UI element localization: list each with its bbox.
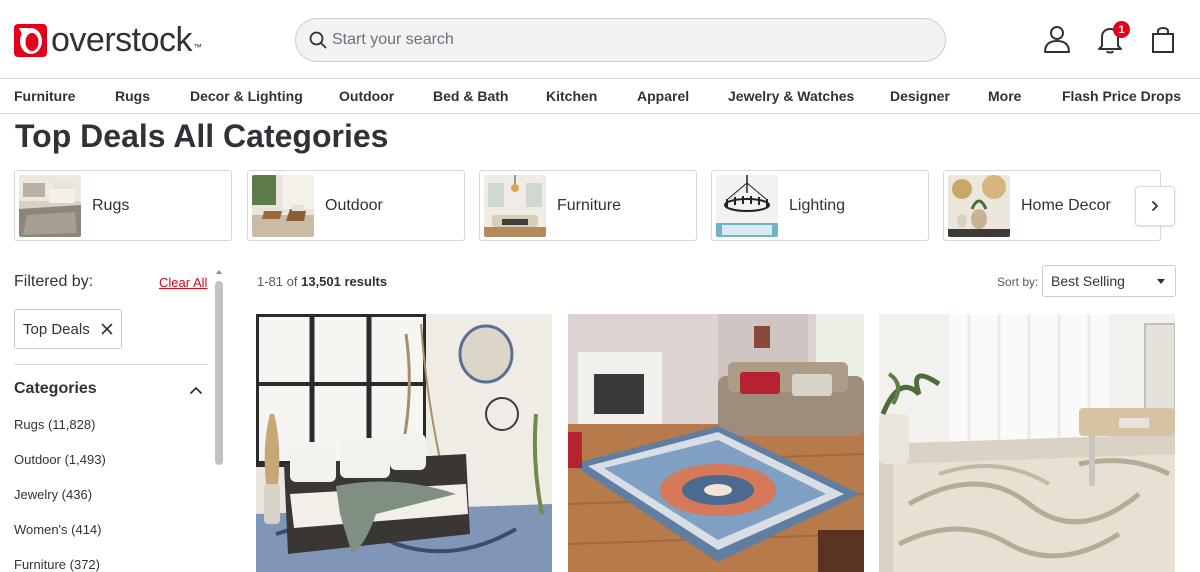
- results-count: 1-81 of 13,501 results: [257, 274, 387, 289]
- category-card-rugs[interactable]: Rugs: [14, 170, 232, 241]
- category-label: Home Decor: [1021, 196, 1111, 214]
- nav-item-rugs[interactable]: Rugs: [115, 88, 150, 104]
- nav-item-designer[interactable]: Designer: [890, 88, 950, 104]
- categories-heading[interactable]: Categories: [14, 380, 97, 398]
- category-card-home-decor[interactable]: Home Decor: [943, 170, 1161, 241]
- facet-outdoor[interactable]: Outdoor (1,493): [14, 452, 106, 467]
- search-input[interactable]: [332, 31, 912, 49]
- chevron-up-icon[interactable]: [188, 382, 204, 398]
- search-icon[interactable]: [308, 30, 328, 50]
- nav-item-outdoor[interactable]: Outdoor: [339, 88, 394, 104]
- clear-all-link[interactable]: Clear All: [159, 275, 207, 290]
- sidebar-scrollbar-thumb[interactable]: [215, 281, 223, 465]
- nav-item-decor-lighting[interactable]: Decor & Lighting: [190, 88, 303, 104]
- facet-jewelry[interactable]: Jewelry (436): [14, 487, 92, 502]
- close-icon[interactable]: [100, 322, 114, 336]
- search-bar[interactable]: [295, 18, 946, 62]
- logo-trademark: ™: [193, 42, 202, 52]
- nav-item-apparel[interactable]: Apparel: [637, 88, 689, 104]
- filtered-by-label: Filtered by:: [14, 273, 94, 290]
- category-carousel-next-button[interactable]: [1135, 186, 1175, 226]
- logo-text: overstock: [51, 21, 193, 59]
- chevron-right-icon: [1152, 201, 1158, 211]
- category-thumbnail: [19, 174, 81, 237]
- category-label: Furniture: [557, 196, 622, 214]
- product-image-area-rug: [568, 314, 864, 572]
- product-card-shag-rug[interactable]: [879, 314, 1175, 572]
- category-nav: Furniture Rugs Decor & Lighting Outdoor …: [0, 78, 1200, 114]
- nav-item-more[interactable]: More: [988, 88, 1021, 104]
- nav-item-kitchen[interactable]: Kitchen: [546, 88, 597, 104]
- category-thumbnail: [484, 174, 546, 237]
- nav-item-jewelry-watches[interactable]: Jewelry & Watches: [728, 88, 854, 104]
- page-title: Top Deals All Categories: [15, 118, 389, 154]
- sidebar-divider: [14, 364, 208, 365]
- shopping-bag-icon[interactable]: [1146, 22, 1180, 56]
- category-thumbnail: [948, 174, 1010, 237]
- results-total: 13,501 results: [301, 274, 388, 289]
- notification-badge: 1: [1113, 21, 1130, 38]
- sort-select[interactable]: Best Selling: [1042, 265, 1176, 297]
- facet-rugs[interactable]: Rugs (11,828): [14, 417, 95, 432]
- scroll-up-arrow-icon[interactable]: [215, 268, 223, 276]
- sort-selected-value: Best Selling: [1051, 273, 1125, 289]
- product-image-daybed: [256, 314, 552, 572]
- facet-furniture[interactable]: Furniture (372): [14, 557, 100, 572]
- category-label: Lighting: [789, 196, 846, 214]
- facet-womens[interactable]: Women's (414): [14, 522, 102, 537]
- category-label: Rugs: [92, 196, 130, 214]
- nav-item-flash-price-drops[interactable]: Flash Price Drops: [1062, 88, 1181, 104]
- product-image-shag-rug: [879, 314, 1175, 572]
- overstock-logo[interactable]: overstock ™: [14, 20, 202, 60]
- nav-item-bed-bath[interactable]: Bed & Bath: [433, 88, 508, 104]
- category-thumbnail: [716, 174, 778, 237]
- site-header: overstock ™ 1: [0, 0, 1200, 78]
- category-label: Outdoor: [325, 196, 383, 214]
- category-card-lighting[interactable]: Lighting: [711, 170, 929, 241]
- product-card-area-rug[interactable]: [568, 314, 864, 572]
- product-card-daybed[interactable]: [256, 314, 552, 572]
- category-card-outdoor[interactable]: Outdoor: [247, 170, 465, 241]
- nav-item-furniture[interactable]: Furniture: [14, 88, 75, 104]
- active-filter-chip[interactable]: Top Deals: [14, 309, 122, 349]
- caret-down-icon: [1157, 279, 1165, 284]
- results-range: 1-81 of: [257, 274, 298, 289]
- category-thumbnail: [252, 174, 314, 237]
- category-card-furniture[interactable]: Furniture: [479, 170, 697, 241]
- logo-mark-icon: [14, 23, 47, 57]
- sort-by-label: Sort by:: [997, 275, 1039, 289]
- chip-label: Top Deals: [23, 320, 90, 338]
- user-icon[interactable]: [1040, 22, 1074, 56]
